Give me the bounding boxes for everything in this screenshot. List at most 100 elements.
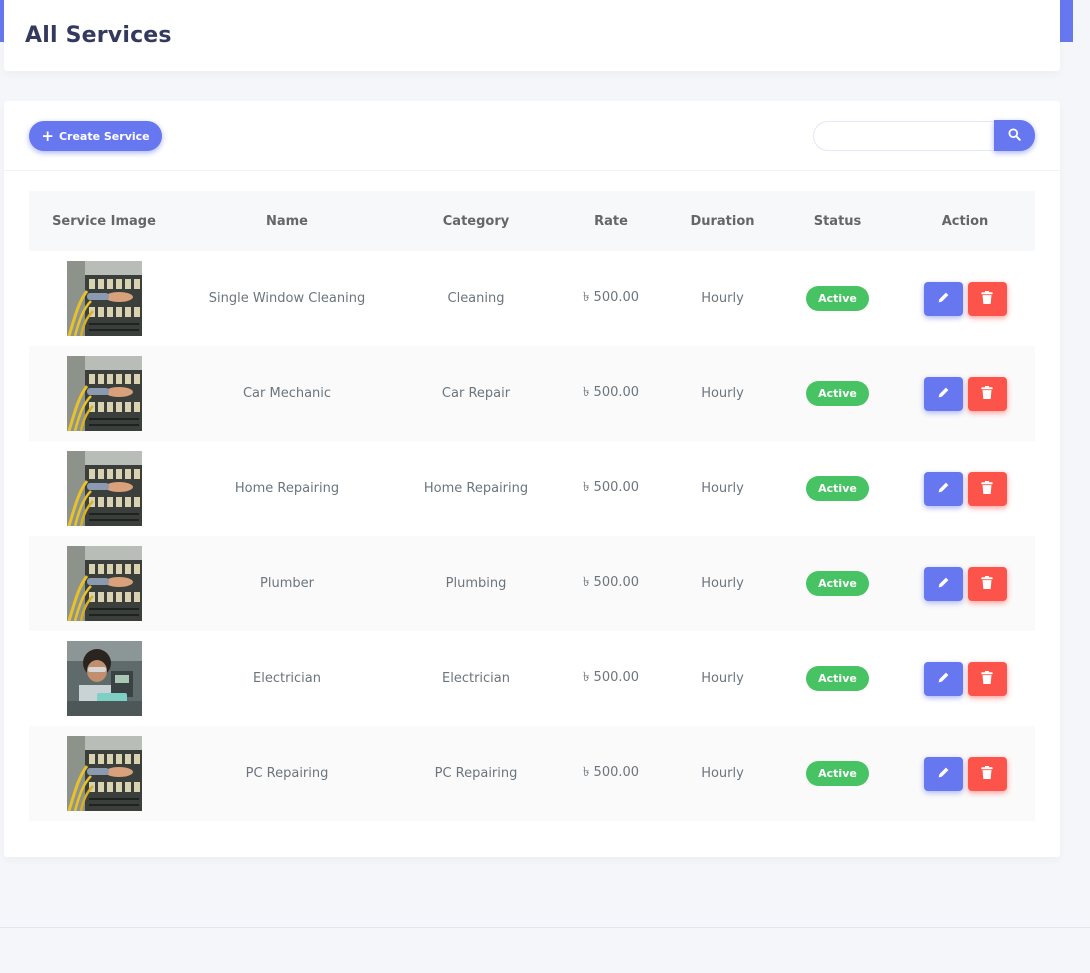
service-thumbnail	[66, 261, 142, 336]
edit-button[interactable]	[923, 756, 963, 791]
service-thumbnail	[66, 641, 142, 716]
service-image-cell	[29, 261, 179, 336]
service-name: Home Repairing	[234, 481, 340, 496]
status-badge: Active	[806, 286, 869, 311]
edit-button[interactable]	[923, 661, 963, 696]
search-input[interactable]	[813, 121, 995, 151]
table-row: Car Mechanic Car Repair ৳ 500.00 Hourly …	[29, 346, 1035, 441]
pencil-icon	[937, 481, 950, 497]
search-icon	[1008, 127, 1021, 144]
service-rate: ৳ 500.00	[582, 290, 640, 305]
service-rate: ৳ 500.00	[582, 670, 640, 685]
search-button[interactable]	[994, 120, 1035, 151]
edit-button[interactable]	[923, 566, 963, 601]
service-image-cell	[29, 546, 179, 621]
pencil-icon	[937, 671, 950, 687]
trash-icon	[981, 765, 993, 782]
create-service-button[interactable]: + Create Service	[29, 121, 162, 151]
service-image-cell	[29, 641, 179, 716]
table-body: Single Window Cleaning Cleaning ৳ 500.00…	[29, 251, 1035, 821]
service-name: Single Window Cleaning	[208, 291, 366, 306]
page-header: All Services	[4, 0, 1060, 71]
status-badge: Active	[806, 571, 869, 596]
service-duration: Hourly	[701, 291, 744, 306]
service-image-cell	[29, 356, 179, 431]
service-category: Plumbing	[445, 576, 507, 591]
pencil-icon	[937, 386, 950, 402]
service-duration: Hourly	[701, 386, 744, 401]
action-cell	[895, 566, 1035, 601]
delete-button[interactable]	[967, 281, 1007, 316]
service-category: PC Repairing	[434, 766, 518, 781]
service-category: Electrician	[442, 671, 510, 686]
header-category: Category	[442, 213, 510, 229]
service-rate: ৳ 500.00	[582, 480, 640, 495]
header-action: Action	[941, 213, 989, 229]
status-cell: Active	[780, 286, 895, 311]
action-cell	[895, 661, 1035, 696]
service-duration: Hourly	[701, 766, 744, 781]
plus-icon: +	[41, 126, 54, 145]
status-cell: Active	[780, 381, 895, 406]
trash-icon	[981, 290, 993, 307]
header-duration: Duration	[690, 213, 755, 229]
status-cell: Active	[780, 761, 895, 786]
status-badge: Active	[806, 381, 869, 406]
table-row: PC Repairing PC Repairing ৳ 500.00 Hourl…	[29, 726, 1035, 821]
table-row: Home Repairing Home Repairing ৳ 500.00 H…	[29, 441, 1035, 536]
status-cell: Active	[780, 666, 895, 691]
service-rate: ৳ 500.00	[582, 385, 640, 400]
create-service-label: Create Service	[58, 129, 150, 143]
edit-button[interactable]	[923, 376, 963, 411]
header-service-image: Service Image	[52, 213, 156, 229]
service-name: PC Repairing	[245, 766, 329, 781]
card-header: + Create Service	[4, 101, 1060, 171]
status-cell: Active	[780, 476, 895, 501]
service-name: Electrician	[253, 671, 321, 686]
trash-icon	[981, 385, 993, 402]
edit-button[interactable]	[923, 281, 963, 316]
trash-icon	[981, 670, 993, 687]
service-category: Car Repair	[441, 386, 511, 401]
service-name: Plumber	[260, 576, 314, 591]
page-title: All Services	[25, 23, 172, 48]
service-image-cell	[29, 736, 179, 811]
service-image-cell	[29, 451, 179, 526]
services-table: Service Image Name Category Rate Duratio…	[29, 191, 1035, 821]
table-row: Electrician Electrician ৳ 500.00 Hourly …	[29, 631, 1035, 726]
trash-icon	[981, 480, 993, 497]
services-card: + Create Service Service Image Name Cate…	[4, 101, 1060, 857]
table-header: Service Image Name Category Rate Duratio…	[29, 191, 1035, 251]
pencil-icon	[937, 766, 950, 782]
footer-divider	[0, 927, 1090, 928]
delete-button[interactable]	[967, 756, 1007, 791]
delete-button[interactable]	[967, 376, 1007, 411]
action-cell	[895, 471, 1035, 506]
delete-button[interactable]	[967, 661, 1007, 696]
service-category: Home Repairing	[423, 481, 529, 496]
service-duration: Hourly	[701, 576, 744, 591]
status-badge: Active	[806, 666, 869, 691]
trash-icon	[981, 575, 993, 592]
delete-button[interactable]	[967, 566, 1007, 601]
table-row: Plumber Plumbing ৳ 500.00 Hourly Active	[29, 536, 1035, 631]
edit-button[interactable]	[923, 471, 963, 506]
header-name: Name	[265, 213, 308, 229]
service-thumbnail	[66, 451, 142, 526]
status-badge: Active	[806, 761, 869, 786]
status-badge: Active	[806, 476, 869, 501]
service-category: Cleaning	[447, 291, 505, 306]
delete-button[interactable]	[967, 471, 1007, 506]
service-thumbnail	[66, 736, 142, 811]
service-duration: Hourly	[701, 481, 744, 496]
service-duration: Hourly	[701, 671, 744, 686]
service-thumbnail	[66, 356, 142, 431]
action-cell	[895, 281, 1035, 316]
header-status: Status	[813, 213, 862, 229]
service-thumbnail	[66, 546, 142, 621]
service-name: Car Mechanic	[242, 386, 332, 401]
service-rate: ৳ 500.00	[582, 765, 640, 780]
header-rate: Rate	[594, 213, 628, 229]
service-rate: ৳ 500.00	[582, 575, 640, 590]
pencil-icon	[937, 291, 950, 307]
